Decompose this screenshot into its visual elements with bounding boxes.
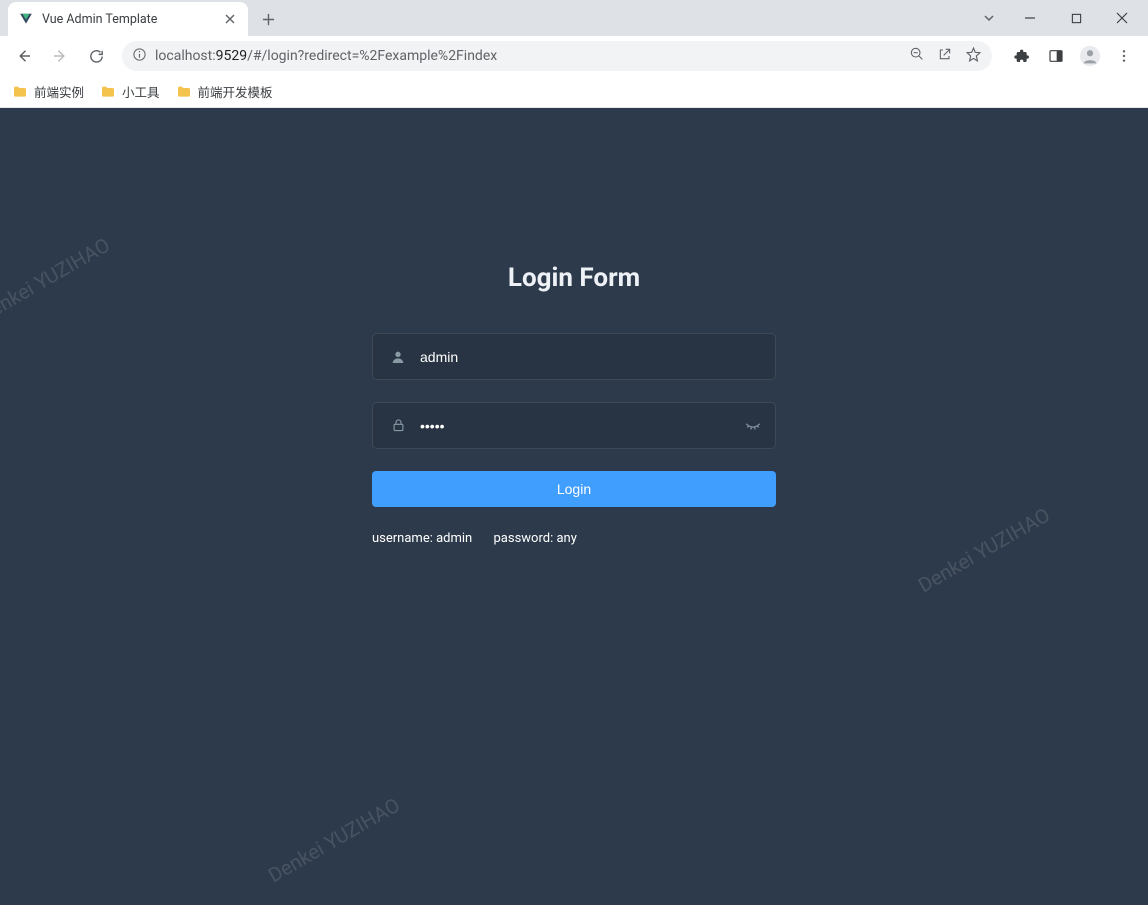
close-tab-icon[interactable] <box>222 11 238 27</box>
tab-bar: Vue Admin Template <box>0 0 1148 36</box>
tip-username: username: admin <box>372 531 472 546</box>
username-input[interactable] <box>408 334 760 379</box>
watermark: Denkei YUZIHAO <box>914 503 1054 598</box>
login-container: Login Form Login username: admin <box>314 108 834 546</box>
menu-icon[interactable] <box>1108 40 1140 72</box>
login-tips: username: admin password: any <box>372 531 776 546</box>
tab-search-icon[interactable] <box>974 3 1004 33</box>
forward-button[interactable] <box>44 40 76 72</box>
toggle-password-visibility-icon[interactable] <box>743 416 763 436</box>
browser-tab[interactable]: Vue Admin Template <box>8 2 248 36</box>
username-field-wrapper <box>372 333 776 380</box>
share-icon[interactable] <box>937 46 953 66</box>
url-host: 9529 <box>216 48 247 64</box>
folder-icon <box>176 84 192 100</box>
watermark: Denkei YUZIHAO <box>0 233 114 328</box>
site-info-icon[interactable] <box>132 47 147 66</box>
login-title: Login Form <box>314 263 834 293</box>
maximize-window-button[interactable] <box>1056 3 1096 33</box>
bookmark-folder[interactable]: 前端开发模板 <box>176 82 273 101</box>
side-panel-icon[interactable] <box>1040 40 1072 72</box>
new-tab-button[interactable] <box>254 5 282 33</box>
page-content: Denkei YUZIHAO Denkei YUZIHAO Denkei YUZ… <box>0 108 1148 905</box>
bookmarks-bar: 前端实例 小工具 前端开发模板 <box>0 76 1148 108</box>
url-text: localhost:9529/#/login?redirect=%2Fexamp… <box>155 48 497 64</box>
address-bar[interactable]: localhost:9529/#/login?redirect=%2Fexamp… <box>122 41 992 71</box>
window-controls <box>974 0 1148 36</box>
browser-chrome: Vue Admin Template <box>0 0 1148 108</box>
bookmark-star-icon[interactable] <box>965 46 982 67</box>
bookmark-folder[interactable]: 小工具 <box>100 82 160 101</box>
folder-icon <box>100 84 116 100</box>
bookmark-folder[interactable]: 前端实例 <box>12 82 84 101</box>
omnibox-actions <box>909 46 982 67</box>
url-path: /#/login?redirect=%2Fexample%2Findex <box>247 48 497 64</box>
profile-icon[interactable] <box>1074 40 1106 72</box>
address-bar-row: localhost:9529/#/login?redirect=%2Fexamp… <box>0 36 1148 76</box>
tip-password: password: any <box>493 531 576 546</box>
bookmark-label: 前端实例 <box>34 82 84 101</box>
extensions-icon[interactable] <box>1006 40 1038 72</box>
toolbar-icons <box>1002 40 1140 72</box>
vue-favicon-icon <box>18 11 34 27</box>
back-button[interactable] <box>8 40 40 72</box>
login-form: Login username: admin password: any <box>372 333 776 546</box>
password-field-wrapper <box>372 402 776 449</box>
login-button[interactable]: Login <box>372 471 776 507</box>
password-input[interactable] <box>408 403 760 448</box>
lock-icon <box>388 418 408 433</box>
minimize-window-button[interactable] <box>1010 3 1050 33</box>
url-prefix: localhost: <box>155 48 216 64</box>
zoom-icon[interactable] <box>909 46 925 66</box>
bookmark-label: 小工具 <box>122 82 160 101</box>
folder-icon <box>12 84 28 100</box>
user-icon <box>388 349 408 365</box>
watermark: Denkei YUZIHAO <box>264 793 404 888</box>
close-window-button[interactable] <box>1102 3 1142 33</box>
bookmark-label: 前端开发模板 <box>198 82 273 101</box>
reload-button[interactable] <box>80 40 112 72</box>
tab-title: Vue Admin Template <box>42 12 214 27</box>
